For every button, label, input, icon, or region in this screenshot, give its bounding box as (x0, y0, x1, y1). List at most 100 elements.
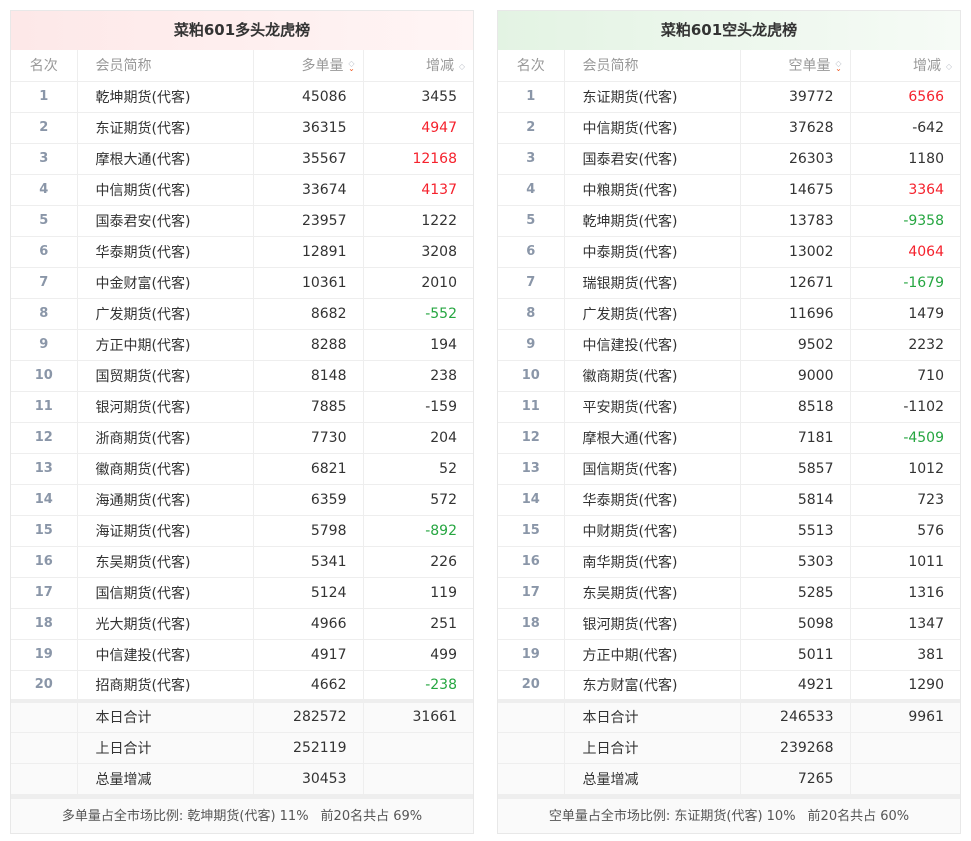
rank-cell: 10 (498, 360, 565, 392)
rank-cell: 18 (11, 608, 78, 640)
top-member-ratio: 多单量占全市场比例: 乾坤期货(代客) 11% (61, 808, 309, 824)
column-header[interactable]: 空单量 ◇ ⌄ (740, 50, 851, 82)
volume-cell: 8518 (740, 391, 851, 423)
column-header-label: 名次 (516, 58, 545, 75)
total-volume: 282572 (253, 699, 364, 733)
change-cell: 1012 (850, 453, 960, 485)
column-header-label: 增减 (913, 58, 941, 75)
column-header[interactable]: 增减 ◇ (850, 50, 960, 82)
rank-cell: 13 (11, 453, 78, 485)
change-cell: -892 (363, 515, 473, 547)
total-label: 本日合计 (77, 699, 254, 733)
rank-cell: 8 (498, 298, 565, 330)
rank-cell: 11 (498, 391, 565, 423)
volume-cell: 14675 (740, 174, 851, 206)
table-row: 6 华泰期货(代客) 12891 3208 (11, 236, 473, 268)
change-cell: 4947 (363, 112, 473, 144)
sort-icon[interactable]: ◇ (944, 62, 954, 70)
rank-cell: 7 (11, 267, 78, 299)
table-row: 4 中粮期货(代客) 14675 3364 (498, 174, 960, 206)
table-row: 16 南华期货(代客) 5303 1011 (498, 546, 960, 578)
sort-icon[interactable]: ◇ ⌄ (347, 60, 357, 73)
member-name-cell: 东吴期货(代客) (77, 546, 254, 578)
volume-cell: 23957 (253, 205, 364, 237)
rank-cell: 2 (11, 112, 78, 144)
volume-cell: 11696 (740, 298, 851, 330)
rank-cell: 19 (11, 639, 78, 671)
volume-cell: 7885 (253, 391, 364, 423)
sort-icon[interactable]: ◇ ⌄ (834, 60, 844, 73)
table-row: 2 东证期货(代客) 36315 4947 (11, 112, 473, 144)
column-header-label: 会员简称 (582, 58, 639, 75)
rank-cell: 16 (11, 546, 78, 578)
volume-cell: 5814 (740, 484, 851, 516)
rank-cell: 16 (498, 546, 565, 578)
table-row: 1 乾坤期货(代客) 45086 3455 (11, 81, 473, 113)
column-header: 名次 (11, 50, 78, 82)
member-name-cell: 摩根大通(代客) (77, 143, 254, 175)
table-row: 15 中财期货(代客) 5513 576 (498, 515, 960, 547)
table-row: 5 乾坤期货(代客) 13783 -9358 (498, 205, 960, 237)
table-row: 8 广发期货(代客) 11696 1479 (498, 298, 960, 330)
table-row: 15 海证期货(代客) 5798 -892 (11, 515, 473, 547)
total-change (850, 732, 960, 764)
total-volume: 7265 (740, 763, 851, 795)
total-volume: 252119 (253, 732, 364, 764)
change-cell: 3364 (850, 174, 960, 206)
column-header[interactable]: 多单量 ◇ ⌄ (253, 50, 364, 82)
member-name-cell: 中信建投(代客) (77, 639, 254, 671)
volume-cell: 8288 (253, 329, 364, 361)
table-row: 7 中金财富(代客) 10361 2010 (11, 267, 473, 299)
total-change (363, 732, 473, 764)
volume-cell: 12891 (253, 236, 364, 268)
volume-cell: 4917 (253, 639, 364, 671)
total-row: 本日合计 282572 31661 (11, 699, 473, 733)
change-cell: 226 (363, 546, 473, 578)
rank-cell: 2 (498, 112, 565, 144)
rank-cell: 18 (498, 608, 565, 640)
rank-cell: 19 (498, 639, 565, 671)
table-row: 13 国信期货(代客) 5857 1012 (498, 453, 960, 485)
table-row: 16 东吴期货(代客) 5341 226 (11, 546, 473, 578)
change-cell: 1316 (850, 577, 960, 609)
table-row: 12 浙商期货(代客) 7730 204 (11, 422, 473, 454)
total-label: 总量增减 (564, 763, 741, 795)
member-name-cell: 国信期货(代客) (77, 577, 254, 609)
volume-cell: 4662 (253, 670, 364, 702)
change-cell: 3455 (363, 81, 473, 113)
volume-cell: 35567 (253, 143, 364, 175)
column-header[interactable]: 增减 ◇ (363, 50, 473, 82)
member-name-cell: 平安期货(代客) (564, 391, 741, 423)
ranking-table: 名次 会员简称 多单量 ◇ ⌄ 增减 ◇ 1 乾坤期货(代客) 45086 3455 2 东证期货(代客… (11, 50, 473, 795)
member-name-cell: 乾坤期货(代客) (77, 81, 254, 113)
change-cell: 1347 (850, 608, 960, 640)
rank-cell: 6 (498, 236, 565, 268)
table-row: 7 瑞银期货(代客) 12671 -1679 (498, 267, 960, 299)
table-row: 11 平安期货(代客) 8518 -1102 (498, 391, 960, 423)
member-name-cell: 华泰期货(代客) (77, 236, 254, 268)
member-name-cell: 海通期货(代客) (77, 484, 254, 516)
change-cell: 52 (363, 453, 473, 485)
change-cell: 6566 (850, 81, 960, 113)
long-ranking-panel: 菜粕601多头龙虎榜 名次 会员简称 多单量 ◇ ⌄ 增减 ◇ 1 乾坤期货(代客) 45086 34… (10, 10, 474, 834)
total-change (363, 763, 473, 795)
sort-icon[interactable]: ◇ (457, 62, 467, 70)
volume-cell: 45086 (253, 81, 364, 113)
member-name-cell: 徽商期货(代客) (564, 360, 741, 392)
table-row: 9 方正中期(代客) 8288 194 (11, 329, 473, 361)
total-label: 上日合计 (77, 732, 254, 764)
change-cell: 576 (850, 515, 960, 547)
column-header-label: 会员简称 (95, 58, 152, 75)
rank-cell: 7 (498, 267, 565, 299)
volume-cell: 5124 (253, 577, 364, 609)
change-cell: 1222 (363, 205, 473, 237)
change-cell: 2232 (850, 329, 960, 361)
member-name-cell: 国贸期货(代客) (77, 360, 254, 392)
change-cell: -4509 (850, 422, 960, 454)
member-name-cell: 光大期货(代客) (77, 608, 254, 640)
volume-cell: 13783 (740, 205, 851, 237)
member-name-cell: 银河期货(代客) (564, 608, 741, 640)
table-row: 14 海通期货(代客) 6359 572 (11, 484, 473, 516)
table-row: 14 华泰期货(代客) 5814 723 (498, 484, 960, 516)
rank-cell: 9 (498, 329, 565, 361)
